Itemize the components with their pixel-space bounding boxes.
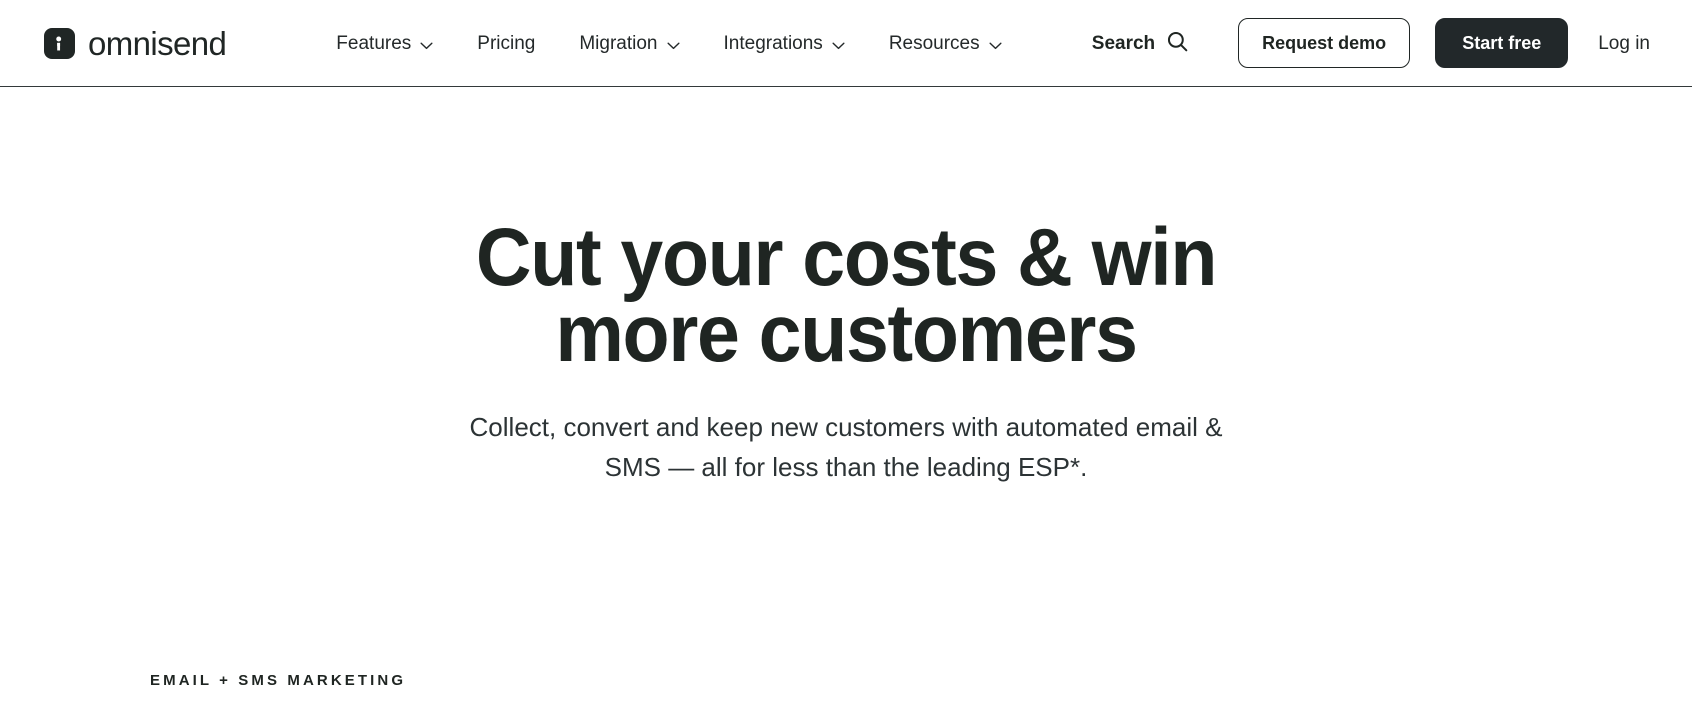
search-button[interactable]: Search	[1092, 24, 1189, 63]
nav-item-pricing[interactable]: Pricing	[477, 28, 535, 59]
nav-item-label: Pricing	[477, 32, 536, 54]
request-demo-button[interactable]: Request demo	[1238, 18, 1411, 68]
nav-item-label: Features	[336, 32, 412, 54]
chevron-down-icon	[832, 35, 845, 54]
nav-item-resources[interactable]: Resources	[889, 27, 1002, 60]
site-header: omnisend Features Pricing Migration Inte…	[0, 0, 1692, 87]
logo-wordmark: omnisend	[88, 24, 227, 62]
hero-subtitle: Collect, convert and keep new customers …	[469, 411, 1223, 482]
start-free-button[interactable]: Start free	[1435, 18, 1569, 68]
login-link[interactable]: Log in	[1598, 28, 1650, 59]
omnisend-logo-mark-icon	[44, 27, 75, 59]
nav-item-migration[interactable]: Migration	[579, 27, 680, 60]
nav-item-label: Migration	[579, 32, 658, 54]
eyebrow-label-container: EMAIL + SMS MARKETING	[150, 672, 406, 689]
nav-item-label: Resources	[888, 32, 980, 54]
search-icon	[1166, 30, 1189, 57]
search-label: Search	[1091, 32, 1156, 54]
hero-section: Cut your costs & win more customers Coll…	[0, 87, 1692, 487]
primary-navigation: Features Pricing Migration Integrations	[336, 27, 1002, 60]
nav-item-label: Integrations	[723, 32, 823, 54]
omnisend-logo[interactable]: omnisend	[44, 24, 227, 62]
header-actions: Search Request demo Start free Log in	[1092, 18, 1650, 68]
nav-item-integrations[interactable]: Integrations	[724, 27, 845, 60]
page-title: Cut your costs & win more customers	[475, 212, 1218, 380]
nav-item-features[interactable]: Features	[336, 27, 433, 60]
eyebrow-label: EMAIL + SMS MARKETING	[150, 672, 407, 689]
chevron-down-icon	[420, 35, 433, 54]
chevron-down-icon	[666, 35, 680, 54]
chevron-down-icon	[989, 35, 1002, 54]
